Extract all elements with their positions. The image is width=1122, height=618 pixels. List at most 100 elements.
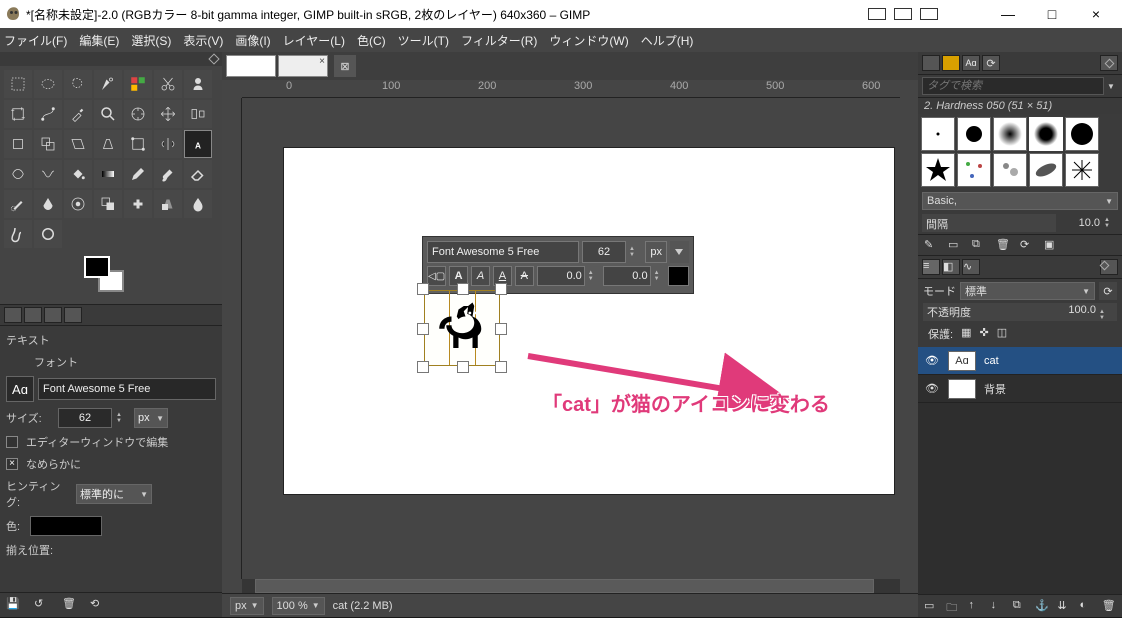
tab-channels[interactable]: ◧ — [942, 259, 960, 275]
tab-fonts[interactable]: Aɑ — [962, 55, 980, 71]
tool-perspective-clone[interactable] — [154, 190, 182, 218]
spacing-stepper[interactable] — [1104, 217, 1118, 229]
tool-warp[interactable] — [34, 160, 62, 188]
tool-color-picker[interactable] — [64, 100, 92, 128]
brush-item[interactable] — [957, 153, 991, 187]
tool-heal[interactable] — [124, 190, 152, 218]
new-group-icon[interactable]: 🗀 — [946, 599, 960, 613]
opacity-stepper[interactable] — [1099, 309, 1113, 321]
tool-blur[interactable] — [184, 190, 212, 218]
open-as-image-icon[interactable]: ▣ — [1044, 238, 1060, 252]
tab-layers[interactable]: ≡ — [922, 259, 940, 275]
resize-handle[interactable] — [417, 361, 429, 373]
new-layer-icon[interactable]: ▭ — [924, 599, 938, 613]
ott-unit-dropdown[interactable]: px — [645, 241, 667, 263]
tool-by-color-select[interactable] — [124, 70, 152, 98]
resize-handle[interactable] — [457, 361, 469, 373]
tab-patterns[interactable] — [942, 55, 960, 71]
tool-ellipse-select[interactable] — [34, 70, 62, 98]
tool-gradient[interactable] — [94, 160, 122, 188]
resize-handle[interactable] — [417, 283, 429, 295]
tool-text[interactable]: A — [184, 130, 212, 158]
tool-mypaint[interactable] — [64, 190, 92, 218]
resize-handle[interactable] — [457, 283, 469, 295]
canvas[interactable] — [284, 148, 894, 494]
brush-item[interactable] — [993, 117, 1027, 151]
window-maximize-button[interactable]: □ — [1030, 0, 1074, 28]
antialias-checkbox[interactable] — [6, 458, 18, 470]
mask-icon[interactable]: ◐ — [1080, 599, 1094, 613]
status-unit-dropdown[interactable]: px — [230, 597, 264, 615]
ott-collapse-button[interactable] — [670, 241, 689, 263]
close-tab-button[interactable]: ⊠ — [334, 55, 356, 77]
menu-windows[interactable]: ウィンドウ(W) — [549, 32, 628, 49]
resize-handle[interactable] — [495, 323, 507, 335]
tool-dodge[interactable] — [34, 220, 62, 248]
layer-name[interactable]: 背景 — [984, 381, 1006, 397]
menu-colors[interactable]: 色(C) — [357, 32, 386, 49]
edit-brush-icon[interactable]: ✎ — [924, 238, 940, 252]
lower-layer-icon[interactable]: ↓ — [991, 599, 1005, 613]
brush-item[interactable] — [921, 117, 955, 151]
horizontal-scrollbar[interactable] — [242, 579, 900, 593]
visibility-eye-icon[interactable]: 👁 — [924, 354, 940, 367]
tool-eraser[interactable] — [184, 160, 212, 188]
menu-select[interactable]: 選択(S) — [131, 32, 171, 49]
canvas-viewport[interactable]: px ◁▢ A A A A — [242, 98, 900, 579]
font-name-input[interactable] — [38, 378, 216, 400]
tool-scale[interactable] — [34, 130, 62, 158]
tool-smudge[interactable] — [4, 220, 32, 248]
tab-undo-history[interactable] — [44, 307, 62, 323]
brush-item[interactable] — [1065, 117, 1099, 151]
document-tab-1[interactable] — [226, 55, 276, 77]
tool-zoom[interactable] — [94, 100, 122, 128]
duplicate-layer-icon[interactable]: ⧉ — [1013, 599, 1027, 613]
reset-options-icon[interactable]: ⟲ — [90, 597, 108, 613]
brush-item[interactable] — [921, 153, 955, 187]
tab-paths[interactable]: ∿ — [962, 259, 980, 275]
tool-scissors[interactable] — [154, 70, 182, 98]
hinting-dropdown[interactable]: 標準的に — [76, 484, 152, 504]
tab-history[interactable]: ⟳ — [982, 55, 1000, 71]
color-swatches[interactable] — [84, 256, 128, 294]
ott-baseline-input[interactable] — [537, 266, 585, 286]
tool-crop[interactable] — [4, 100, 32, 128]
tool-measure[interactable] — [124, 100, 152, 128]
tool-pencil[interactable] — [124, 160, 152, 188]
menu-image[interactable]: 画像(I) — [235, 32, 270, 49]
ott-size-input[interactable] — [582, 241, 626, 263]
dock-menu-button[interactable] — [1100, 259, 1118, 275]
ott-size-stepper[interactable] — [629, 246, 642, 258]
dock-menu-button[interactable] — [1100, 55, 1118, 71]
tool-flip[interactable] — [154, 130, 182, 158]
tool-perspective[interactable] — [94, 130, 122, 158]
ott-font-input[interactable] — [427, 241, 579, 263]
brush-item[interactable] — [1029, 117, 1063, 151]
stepper[interactable] — [588, 270, 600, 282]
merge-down-icon[interactable]: ⇊ — [1057, 599, 1071, 613]
brush-item[interactable] — [957, 117, 991, 151]
new-brush-icon[interactable]: ▭ — [948, 238, 964, 252]
tool-foreground-select[interactable] — [184, 70, 212, 98]
tab-images[interactable] — [64, 307, 82, 323]
brush-item[interactable] — [993, 153, 1027, 187]
brush-search-input[interactable] — [922, 77, 1104, 95]
anchor-layer-icon[interactable]: ⚓ — [1035, 599, 1049, 613]
tool-fuzzy-select[interactable] — [94, 70, 122, 98]
duplicate-brush-icon[interactable]: ⧉ — [972, 238, 988, 252]
tool-shear[interactable] — [64, 130, 92, 158]
tool-free-select[interactable] — [64, 70, 92, 98]
delete-options-icon[interactable]: 🗑 — [62, 597, 80, 613]
blend-mode-dropdown[interactable]: 標準 — [960, 282, 1095, 300]
lock-position-icon[interactable]: ✜ — [979, 326, 988, 342]
lock-pixels-icon[interactable]: ▦ — [961, 326, 971, 342]
layout-icon[interactable] — [868, 8, 886, 20]
tool-paintbrush[interactable] — [154, 160, 182, 188]
menu-edit[interactable]: 編集(E) — [79, 32, 119, 49]
tool-bucket-fill[interactable] — [64, 160, 92, 188]
window-close-button[interactable]: × — [1074, 0, 1118, 28]
layer-item[interactable]: 👁 Aɑ cat — [918, 347, 1122, 375]
layer-name[interactable]: cat — [984, 355, 999, 367]
font-size-input[interactable] — [58, 408, 112, 428]
menu-layer[interactable]: レイヤー(L) — [283, 32, 345, 49]
